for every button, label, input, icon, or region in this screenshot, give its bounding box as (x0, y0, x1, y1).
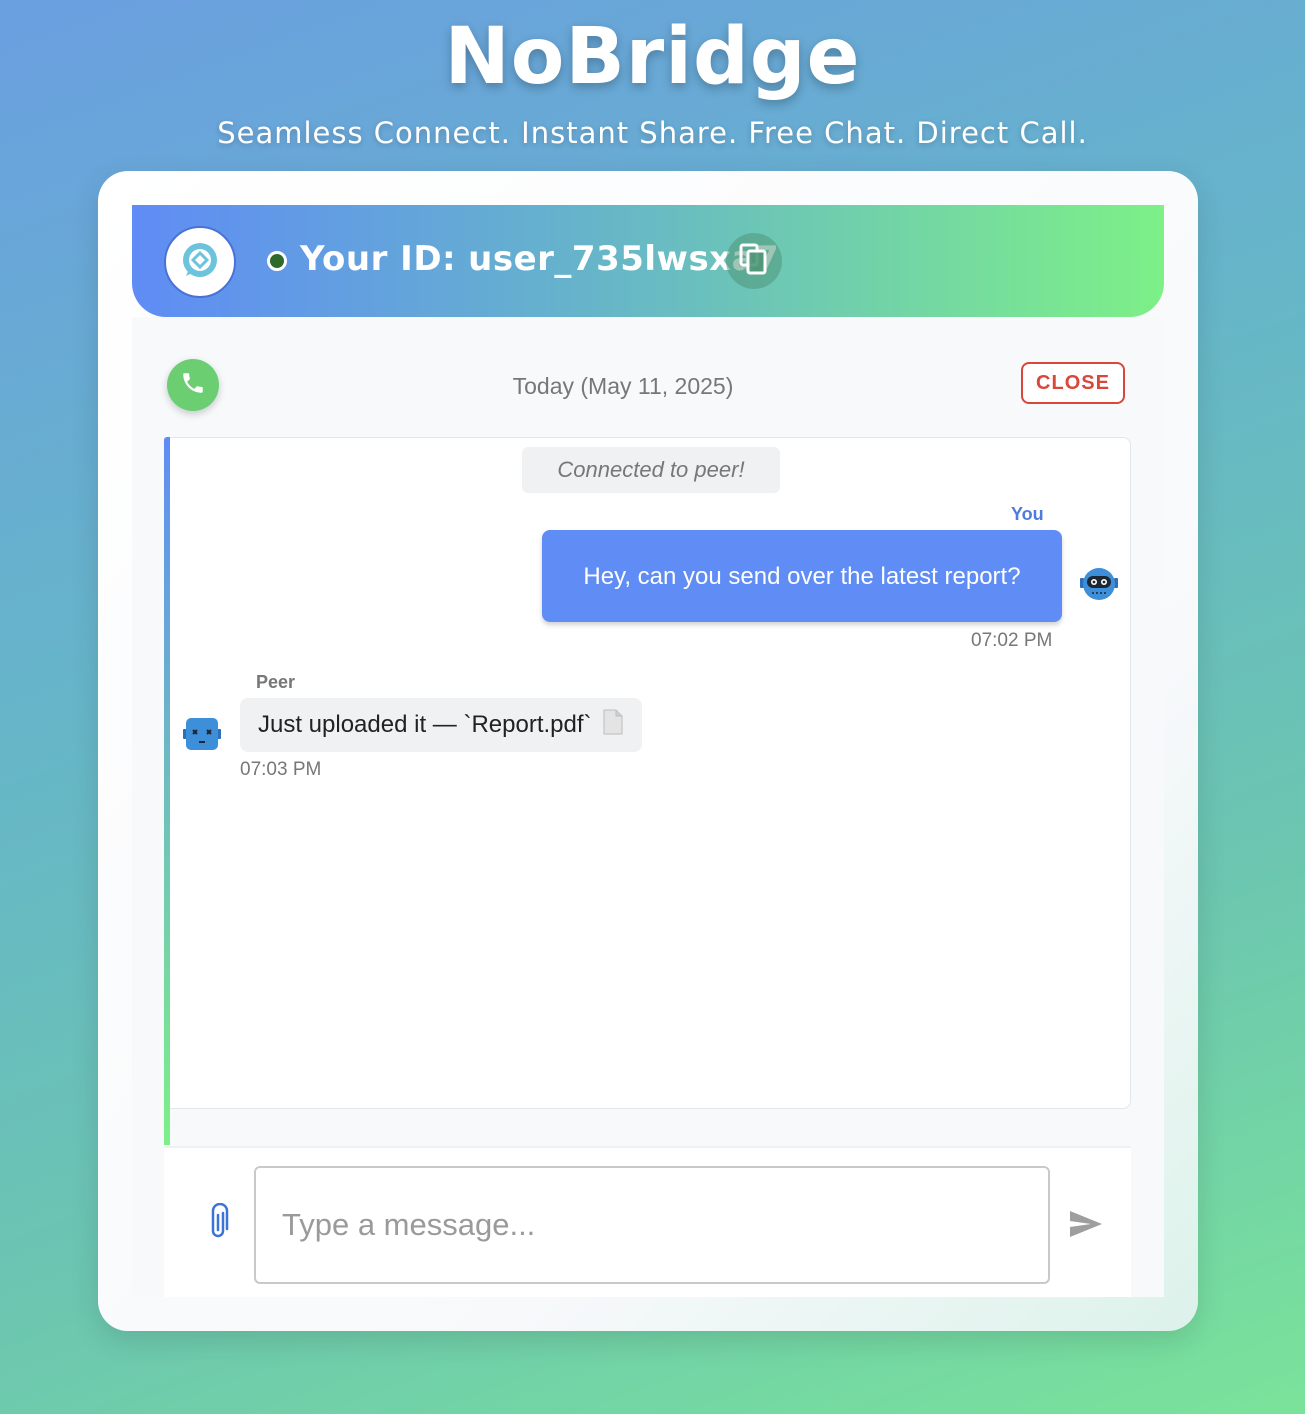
chat-accent-bar (164, 437, 170, 1145)
copy-icon (737, 242, 771, 281)
close-chat-button[interactable]: CLOSE (1021, 362, 1125, 404)
document-icon[interactable] (602, 709, 624, 742)
message-bubble-peer: Just uploaded it — `Report.pdf` (240, 698, 642, 752)
robot-avatar-icon (1077, 562, 1121, 606)
send-button[interactable] (1066, 1206, 1106, 1246)
message-composer (164, 1146, 1131, 1297)
message-text-peer: Just uploaded it — `Report.pdf` (258, 711, 592, 738)
message-sender-you: You (1011, 504, 1044, 524)
chat-panel: Today (May 11, 2025) CLOSE Connected to … (132, 317, 1164, 1297)
robot-dead-avatar-icon (181, 714, 223, 756)
system-message: Connected to peer! (522, 447, 780, 493)
attach-file-button[interactable] (200, 1202, 236, 1246)
send-icon (1069, 1209, 1103, 1244)
user-id-display: Your ID: user_735lwsxa7 (300, 239, 779, 279)
online-status-dot (267, 251, 287, 271)
app-title: NoBridge (444, 12, 861, 102)
message-time-you: 07:02 PM (971, 630, 1053, 651)
message-bubble-you: Hey, can you send over the latest report… (542, 530, 1062, 622)
chat-card: Your ID: user_735lwsxa7 Today (May 11, 20… (98, 171, 1198, 1331)
message-list[interactable]: Connected to peer! You Hey, can you send… (164, 437, 1131, 1109)
message-sender-peer: Peer (256, 672, 296, 692)
chat-header: Your ID: user_735lwsxa7 (132, 205, 1164, 317)
paperclip-icon (206, 1202, 230, 1246)
chat-bubble-icon (178, 238, 222, 287)
app-tagline: Seamless Connect. Instant Share. Free Ch… (217, 116, 1088, 150)
copy-id-button[interactable] (726, 233, 782, 289)
message-time-peer: 07:03 PM (240, 759, 322, 780)
message-input[interactable] (254, 1166, 1050, 1284)
chat-date-label: Today (May 11, 2025) (512, 373, 734, 399)
user-id-label: Your ID: (300, 239, 457, 279)
app-logo (164, 226, 236, 298)
